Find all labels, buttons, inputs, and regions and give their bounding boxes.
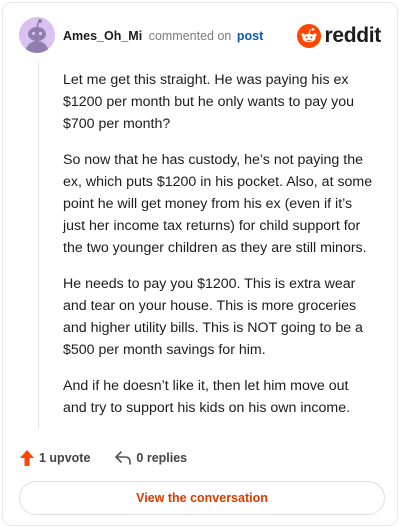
comment-paragraph: So now that he has custody, he’s not pay… bbox=[63, 152, 373, 256]
upvote-arrow-icon bbox=[20, 450, 34, 466]
view-conversation-button[interactable]: View the conversation bbox=[19, 481, 385, 515]
comment-meta: Ames_Oh_Mi commented on post bbox=[63, 29, 263, 43]
comment-actions: 1 upvote 0 replies bbox=[19, 447, 187, 469]
snoo-avatar-icon bbox=[19, 17, 55, 53]
username[interactable]: Ames_Oh_Mi bbox=[63, 29, 142, 43]
avatar[interactable] bbox=[19, 17, 55, 53]
comment-paragraph: He needs to pay you $1200. This is extra… bbox=[63, 276, 363, 358]
reply-count: 0 replies bbox=[136, 451, 188, 465]
replies-button[interactable]: 0 replies bbox=[114, 450, 187, 466]
upvote-count: 1 upvote bbox=[39, 451, 91, 465]
reply-arrow-icon bbox=[115, 451, 132, 465]
action-verb: commented on bbox=[148, 29, 232, 43]
comment-card: Ames_Oh_Mi commented on post reddit Let … bbox=[2, 2, 398, 526]
reddit-logo[interactable]: reddit bbox=[297, 23, 381, 49]
post-link[interactable]: post bbox=[237, 29, 263, 43]
reddit-snoo-icon bbox=[297, 24, 322, 48]
comment-paragraph: And if he doesn’t like it, then let him … bbox=[63, 378, 351, 416]
comment-body: Let me get this straight. He was paying … bbox=[63, 69, 375, 433]
reddit-wordmark: reddit bbox=[324, 24, 381, 47]
comment-paragraph: Let me get this straight. He was paying … bbox=[63, 72, 355, 132]
comment-header: Ames_Oh_Mi commented on post reddit bbox=[19, 17, 381, 55]
upvote-button[interactable]: 1 upvote bbox=[19, 449, 90, 467]
thread-line bbox=[38, 61, 39, 429]
